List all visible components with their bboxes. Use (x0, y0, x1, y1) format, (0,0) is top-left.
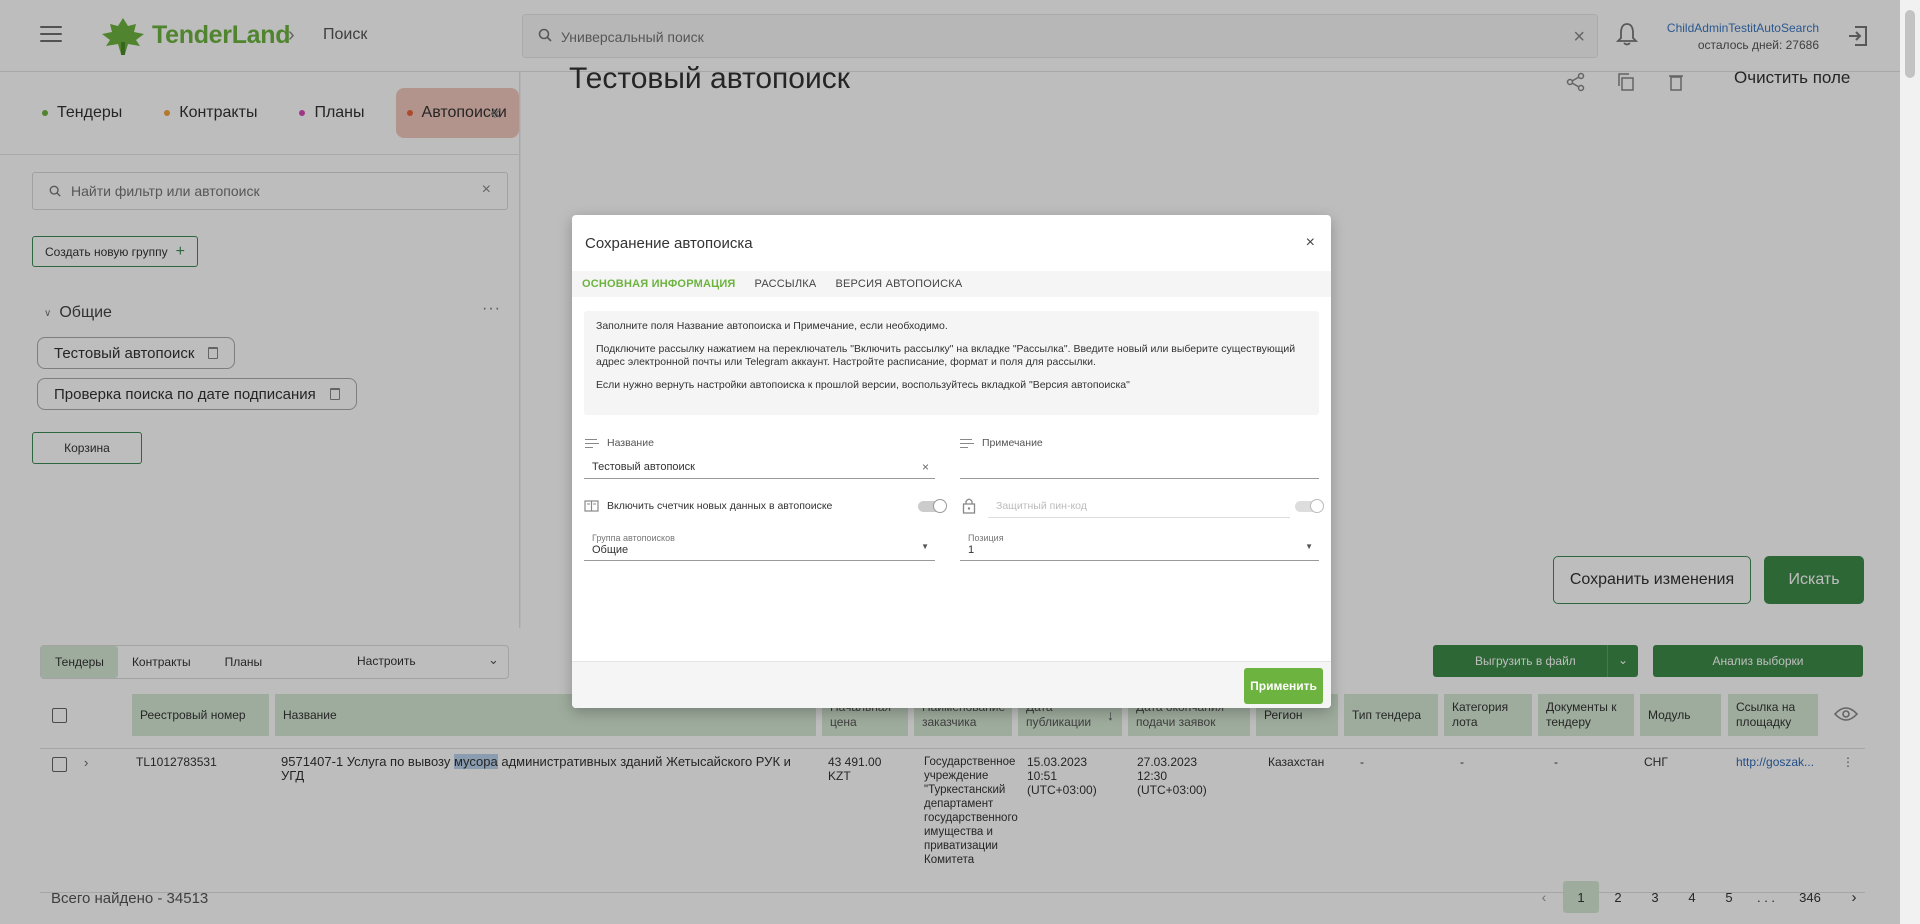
toggle-knob (1310, 499, 1324, 513)
toggle-knob (933, 499, 947, 513)
name-label: Название (585, 437, 654, 449)
name-field-value[interactable]: Тестовый автопоиск (592, 461, 695, 473)
page-scrollbar[interactable] (1900, 0, 1920, 924)
info-text: Подключите рассылку нажатием на переключ… (596, 343, 1296, 368)
tab-version[interactable]: ВЕРСИЯ АВТОПОИСКА (835, 278, 962, 290)
info-box: Заполните поля Название автопоиска и При… (584, 311, 1319, 415)
name-label-text: Название (607, 437, 654, 449)
name-field[interactable]: Тестовый автопоиск × (584, 457, 935, 479)
info-text: Если нужно вернуть настройки автопоиска … (596, 379, 1130, 391)
caret-down-icon[interactable]: ▼ (921, 542, 929, 551)
counter-row: Включить счетчик новых данных в автопоис… (584, 500, 832, 512)
note-label: Примечание (960, 437, 1043, 449)
position-select[interactable]: Позиция 1 ▼ (960, 533, 1319, 561)
info-text: Заполните поля Название автопоиска и При… (596, 320, 948, 332)
dialog-tabs: ОСНОВНАЯ ИНФОРМАЦИЯ РАССЫЛКА ВЕРСИЯ АВТО… (572, 271, 1331, 297)
note-field[interactable] (960, 457, 1319, 479)
group-select[interactable]: Группа автопоисков Общие ▼ (584, 533, 935, 561)
tab-main-info[interactable]: ОСНОВНАЯ ИНФОРМАЦИЯ (582, 278, 736, 290)
counter-label: Включить счетчик новых данных в автопоис… (607, 500, 833, 512)
close-icon[interactable]: × (1306, 234, 1315, 252)
group-select-value: Общие (592, 544, 629, 556)
pin-code-field[interactable]: Защитный пин-код (988, 496, 1290, 518)
save-autosearch-dialog: Сохранение автопоиска × ОСНОВНАЯ ИНФОРМА… (572, 215, 1331, 708)
text-lines-icon (960, 438, 974, 448)
caret-down-icon[interactable]: ▼ (1305, 542, 1313, 551)
clear-icon[interactable]: × (922, 460, 929, 474)
position-select-value: 1 (968, 544, 975, 556)
dialog-title: Сохранение автопоиска (585, 235, 753, 252)
position-select-label: Позиция (968, 533, 1004, 543)
group-select-label: Группа автопоисков (592, 533, 675, 543)
text-lines-icon (585, 438, 599, 448)
dialog-footer: Применить (572, 661, 1331, 708)
lock-icon (962, 498, 976, 514)
pin-toggle[interactable] (1295, 499, 1324, 513)
counter-toggle[interactable] (918, 499, 947, 513)
apply-button[interactable]: Применить (1244, 668, 1323, 704)
scrollbar-thumb[interactable] (1905, 10, 1915, 78)
counter-icon (584, 500, 599, 512)
note-label-text: Примечание (982, 437, 1043, 449)
tab-mailing[interactable]: РАССЫЛКА (755, 278, 817, 290)
